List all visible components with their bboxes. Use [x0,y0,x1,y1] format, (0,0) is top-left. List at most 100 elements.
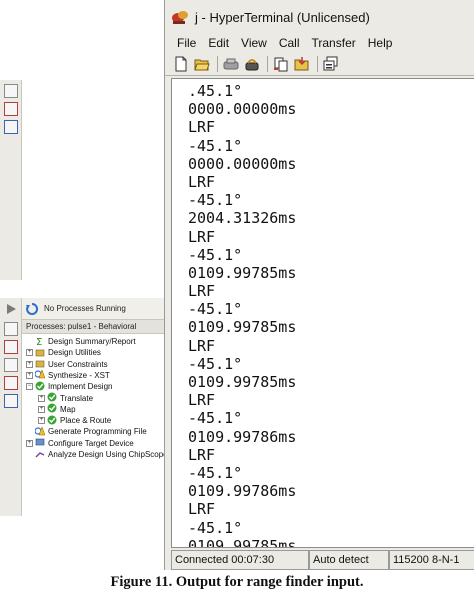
process-item[interactable]: + Translate [38,392,94,404]
rerun-icon[interactable] [4,358,18,372]
terminal-line: -45.1° [188,354,243,373]
menu-call[interactable]: Call [279,36,300,50]
terminal-line: LRF [188,282,216,301]
terminal-line: 0000.00000ms [188,154,297,173]
toolbar-separator [217,55,218,72]
terminal-line: LRF [188,336,216,355]
process-item[interactable]: + User Constraints [26,359,108,370]
toolbar-separator [317,55,318,72]
terminal-area[interactable]: .45.1° 0000.00000ms LRF -45.1° 0000.00000ms L… [171,78,474,548]
status-connected: Connected 00:07:30 [171,550,309,570]
ise-side-toolbar [0,80,22,280]
process-item[interactable]: Analyze Design Using ChipScope [26,449,166,460]
figure-caption: Figure 11. Output for range finder input… [110,574,364,590]
view-icon[interactable] [4,394,18,408]
folder-icon [35,358,48,370]
stop-icon[interactable] [4,340,18,354]
terminal-line: LRF [188,391,216,410]
menu-help[interactable]: Help [368,36,393,50]
ise-processes-pane: No Processes Running Processes: pulse1 -… [0,298,166,516]
terminal-line: LRF [188,445,216,464]
ise-panel: No Processes Running Processes: pulse1 -… [0,0,166,516]
clean-icon[interactable] [4,376,18,390]
hyperterminal-app-icon [172,11,188,24]
status-port-settings: 115200 8-N-1 [389,550,474,570]
warning-icon [35,369,48,381]
terminal-line: LRF [188,227,216,246]
terminal-line: 0109.99785ms [188,373,297,391]
terminal-line: 0109.99785ms [188,536,297,548]
terminal-line: LRF [188,172,216,191]
process-item[interactable]: Generate Programming File [26,426,147,437]
process-label: User Constraints [48,359,108,369]
expand-toggle-icon[interactable]: + [38,394,45,402]
toolbar-button[interactable] [4,120,18,134]
menu-bar: File Edit View Call Transfer Help [165,34,474,52]
process-item[interactable]: + Configure Target Device [26,438,134,449]
process-label: Translate [60,393,94,403]
process-item[interactable]: + Place & Route [38,415,111,426]
title-bar: j - HyperTerminal (Unlicensed) [165,0,474,34]
process-label: Analyze Design Using ChipScope [48,450,166,459]
toolbar-button[interactable] [4,102,18,116]
process-label: Map [60,404,76,414]
terminal-line: -45.1° [188,409,243,428]
check-icon [47,392,60,404]
process-label: Design Summary/Report [48,337,136,346]
probe-icon [35,449,48,461]
menu-view[interactable]: View [241,36,267,50]
status-bar: Connected 00:07:30 Auto detect 115200 8-… [171,550,474,570]
expand-toggle-icon[interactable]: + [26,439,33,447]
status-detect: Auto detect [309,550,389,570]
properties-icon[interactable] [323,56,339,72]
dial-icon[interactable] [244,56,260,72]
process-item[interactable]: + Synthesize - XST [26,369,110,381]
process-label: Place & Route [60,416,112,426]
expand-toggle-icon[interactable]: + [26,371,33,379]
send-icon[interactable] [273,56,289,72]
process-label: Generate Programming File [48,427,147,437]
terminal-line: -45.1° [188,300,243,319]
sigma-icon: Σ [35,336,48,348]
terminal-line: -45.1° [188,463,243,482]
menu-edit[interactable]: Edit [208,36,229,50]
expand-toggle-icon[interactable]: + [38,405,45,413]
process-label: Configure Target Device [48,438,134,448]
processes-header: Processes: pulse1 - Behavioral [22,320,166,334]
terminal-line: -45.1° [188,245,243,264]
receive-icon[interactable] [294,56,310,72]
menu-file[interactable]: File [177,36,196,50]
hyperterminal-window: j - HyperTerminal (Unlicensed) File Edit… [164,0,474,570]
window-title: j - HyperTerminal (Unlicensed) [195,9,370,25]
terminal-line: 0109.99785ms [188,263,297,282]
device-icon [35,437,48,449]
toolbar [165,52,474,76]
open-icon[interactable] [194,56,210,72]
process-item[interactable]: Σ Design Summary/Report [26,336,136,347]
svg-text:Σ: Σ [36,337,42,346]
menu-transfer[interactable]: Transfer [312,36,356,50]
run-icon[interactable] [4,302,18,316]
expand-toggle-icon[interactable]: + [38,417,45,425]
process-status-bar: No Processes Running [22,298,166,320]
disconnect-icon[interactable] [223,56,239,72]
check-icon [47,415,60,427]
expand-toggle-icon[interactable]: + [26,360,33,368]
check-icon [47,403,60,415]
process-item[interactable]: + Design Utilities [26,347,101,358]
terminal-line: LRF [188,118,216,137]
process-item[interactable]: − Implement Design [26,381,112,392]
new-icon[interactable] [173,56,189,72]
process-label: Design Utilities [48,348,101,358]
process-status-text: No Processes Running [44,304,126,313]
ise-hierarchy-pane [22,80,166,280]
terminal-line: .45.1° [188,82,243,100]
process-properties-icon[interactable] [4,322,18,336]
toolbar-button[interactable] [4,84,18,98]
expand-toggle-icon[interactable]: + [26,349,33,357]
process-item[interactable]: + Map [38,403,76,415]
expand-toggle-icon[interactable]: − [26,383,33,391]
terminal-line: 0109.99785ms [188,318,297,337]
